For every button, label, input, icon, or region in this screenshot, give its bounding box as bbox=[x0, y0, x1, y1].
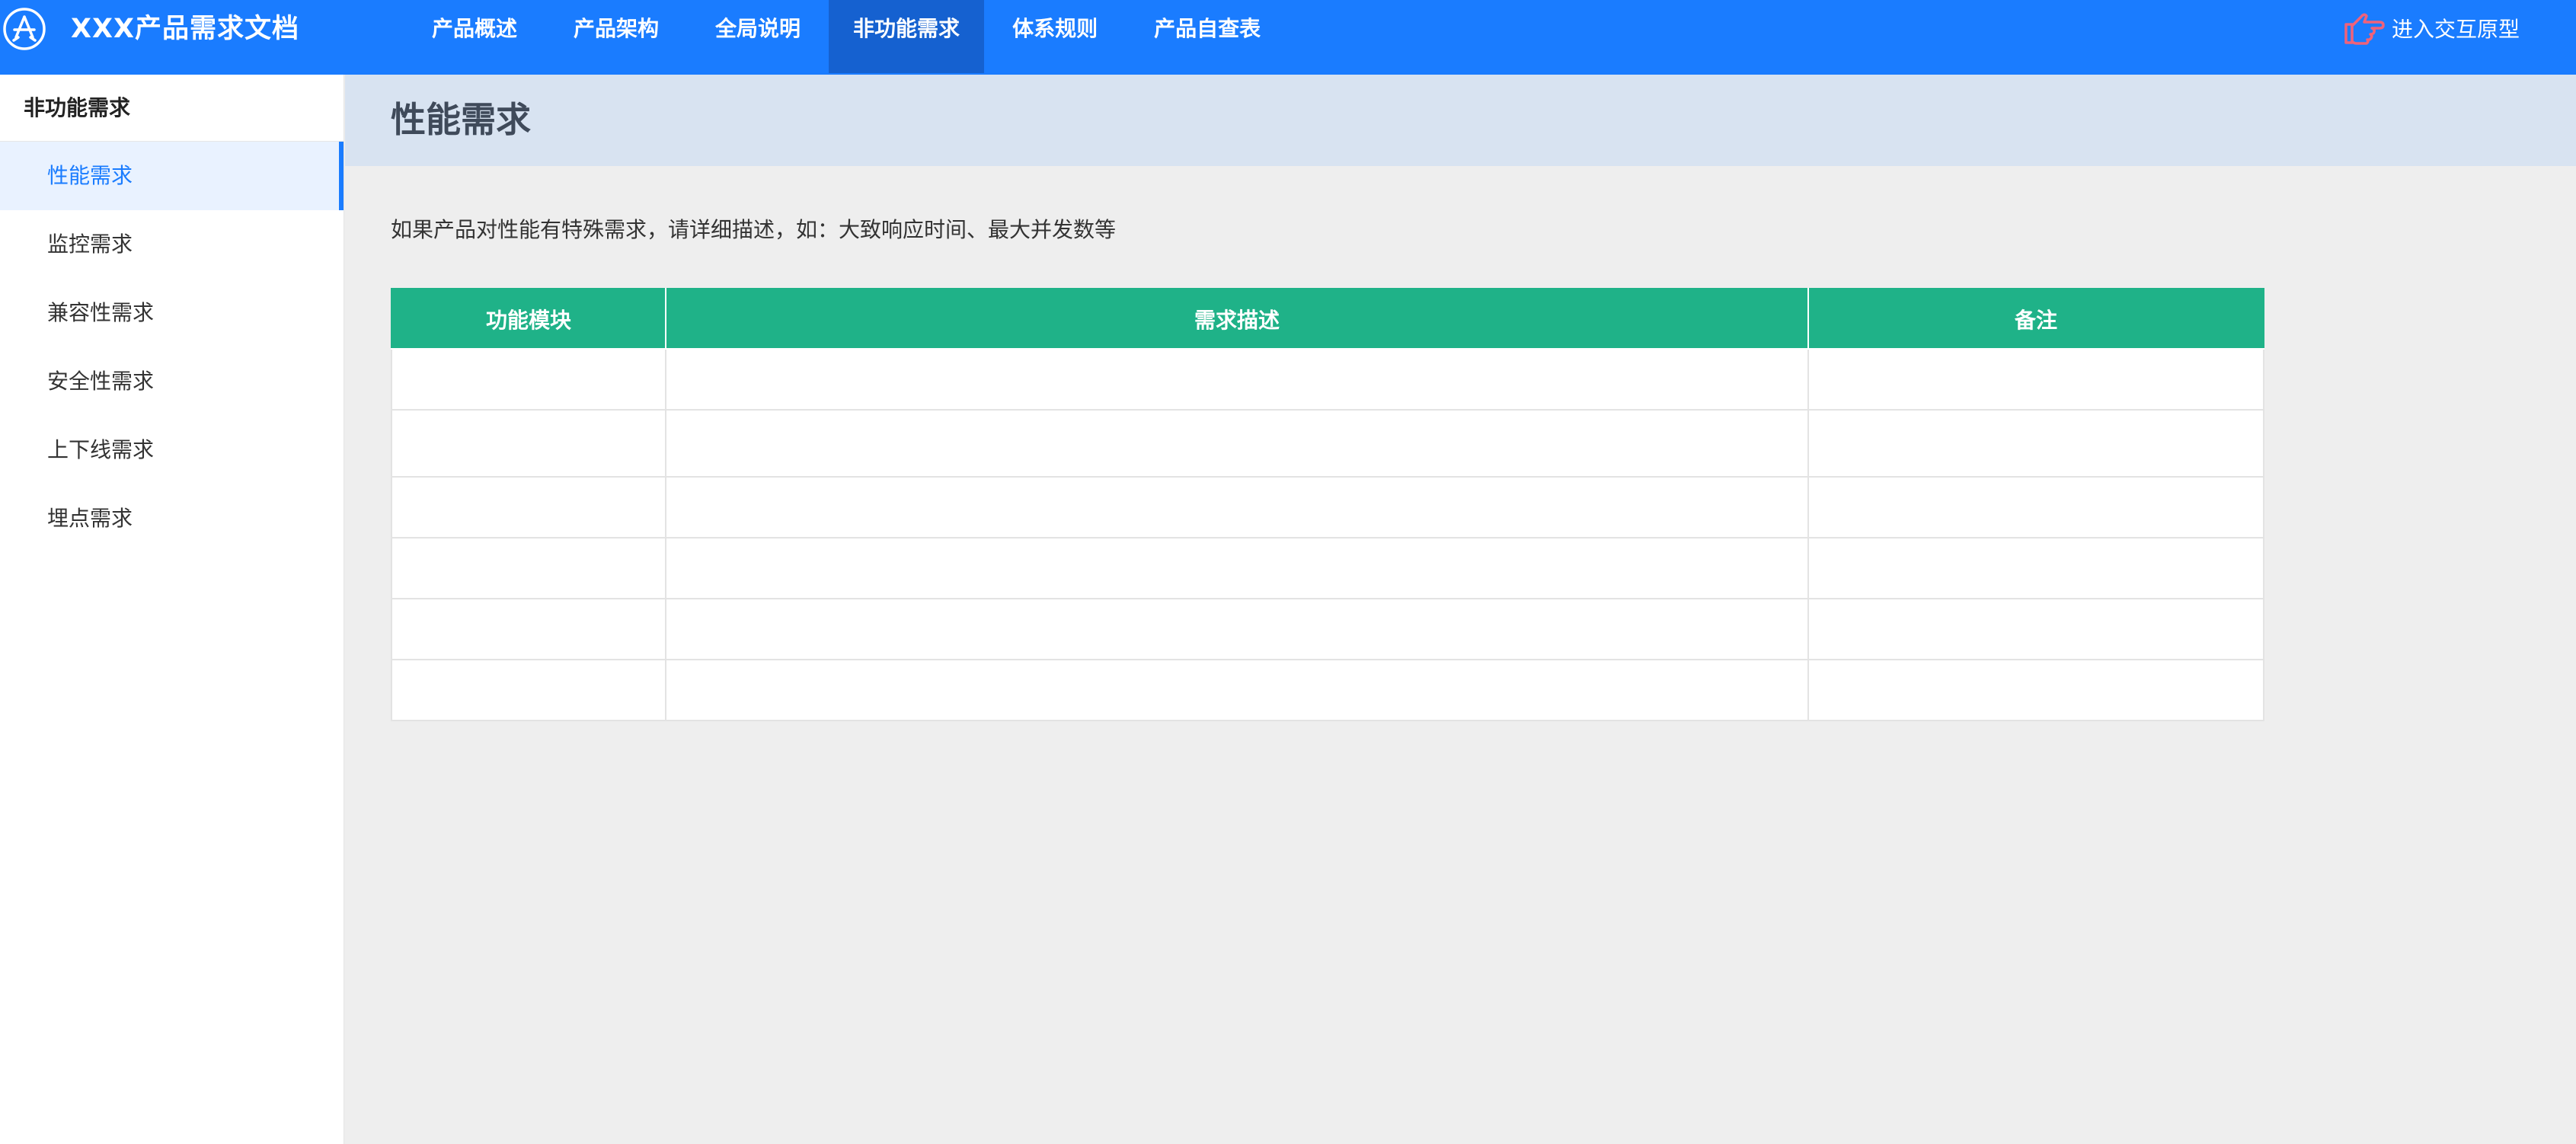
table-row bbox=[391, 476, 2264, 538]
top-navigation-bar: XXX产品需求文档 产品概述 产品架构 全局说明 非功能需求 体系规则 产品自查… bbox=[0, 0, 2576, 75]
page-description: 如果产品对性能有特殊需求，请详细描述，如：大致响应时间、最大并发数等 bbox=[391, 217, 1117, 242]
sidebar-item-performance[interactable]: 性能需求 bbox=[0, 142, 344, 210]
table-header-row: 功能模块 需求描述 备注 bbox=[391, 288, 2264, 350]
nav-item-overview[interactable]: 产品概述 bbox=[404, 0, 545, 73]
table-row bbox=[391, 409, 2264, 478]
table-cell[interactable] bbox=[1807, 348, 2264, 411]
pointing-hand-icon bbox=[2341, 9, 2386, 47]
table-cell[interactable] bbox=[665, 476, 1809, 538]
main-nav: 产品概述 产品架构 全局说明 非功能需求 体系规则 产品自查表 bbox=[404, 0, 1289, 73]
nav-item-non-functional[interactable]: 非功能需求 bbox=[829, 0, 985, 73]
sidebar-heading: 非功能需求 bbox=[0, 75, 344, 142]
table-cell[interactable] bbox=[665, 348, 1809, 411]
page-header: 性能需求 bbox=[345, 75, 2576, 166]
sidebar-item-security[interactable]: 安全性需求 bbox=[0, 347, 344, 416]
table-cell[interactable] bbox=[1807, 409, 2264, 478]
nav-item-rules[interactable]: 体系规则 bbox=[984, 0, 1126, 73]
sidebar-item-release[interactable]: 上下线需求 bbox=[0, 416, 344, 484]
requirements-table: 功能模块 需求描述 备注 bbox=[391, 288, 2264, 721]
table-cell[interactable] bbox=[665, 659, 1809, 721]
column-header-module: 功能模块 bbox=[391, 288, 666, 350]
table-cell[interactable] bbox=[665, 537, 1809, 599]
nav-item-global[interactable]: 全局说明 bbox=[687, 0, 829, 73]
enter-prototype-label: 进入交互原型 bbox=[2391, 17, 2520, 42]
table-cell[interactable] bbox=[665, 598, 1809, 660]
table-cell[interactable] bbox=[665, 409, 1809, 478]
table-cell[interactable] bbox=[1807, 537, 2264, 599]
table-cell[interactable] bbox=[391, 476, 666, 538]
table-cell[interactable] bbox=[391, 659, 666, 721]
table-cell[interactable] bbox=[391, 537, 666, 599]
table-row bbox=[391, 598, 2264, 660]
table-row bbox=[391, 537, 2264, 599]
page-title: 性能需求 bbox=[391, 99, 531, 140]
nav-item-architecture[interactable]: 产品架构 bbox=[545, 0, 687, 73]
table-cell[interactable] bbox=[391, 598, 666, 660]
table-cell[interactable] bbox=[1807, 659, 2264, 721]
enter-prototype-link[interactable]: 进入交互原型 bbox=[2341, 9, 2520, 47]
table-cell[interactable] bbox=[391, 348, 666, 411]
sidebar-item-monitoring[interactable]: 监控需求 bbox=[0, 210, 344, 279]
table-cell[interactable] bbox=[1807, 476, 2264, 538]
table-cell[interactable] bbox=[1807, 598, 2264, 660]
nav-item-checklist[interactable]: 产品自查表 bbox=[1126, 0, 1289, 73]
sidebar-item-tracking[interactable]: 埋点需求 bbox=[0, 484, 344, 553]
sidebar: 非功能需求 性能需求 监控需求 兼容性需求 安全性需求 上下线需求 埋点需求 bbox=[0, 75, 344, 1144]
table-cell[interactable] bbox=[391, 409, 666, 478]
column-header-description: 需求描述 bbox=[665, 288, 1809, 350]
column-header-remarks: 备注 bbox=[1807, 288, 2264, 350]
sidebar-item-compatibility[interactable]: 兼容性需求 bbox=[0, 279, 344, 347]
table-row bbox=[391, 659, 2264, 721]
table-row bbox=[391, 348, 2264, 411]
app-title: XXX产品需求文档 bbox=[71, 14, 299, 44]
app-store-icon[interactable] bbox=[2, 6, 47, 52]
